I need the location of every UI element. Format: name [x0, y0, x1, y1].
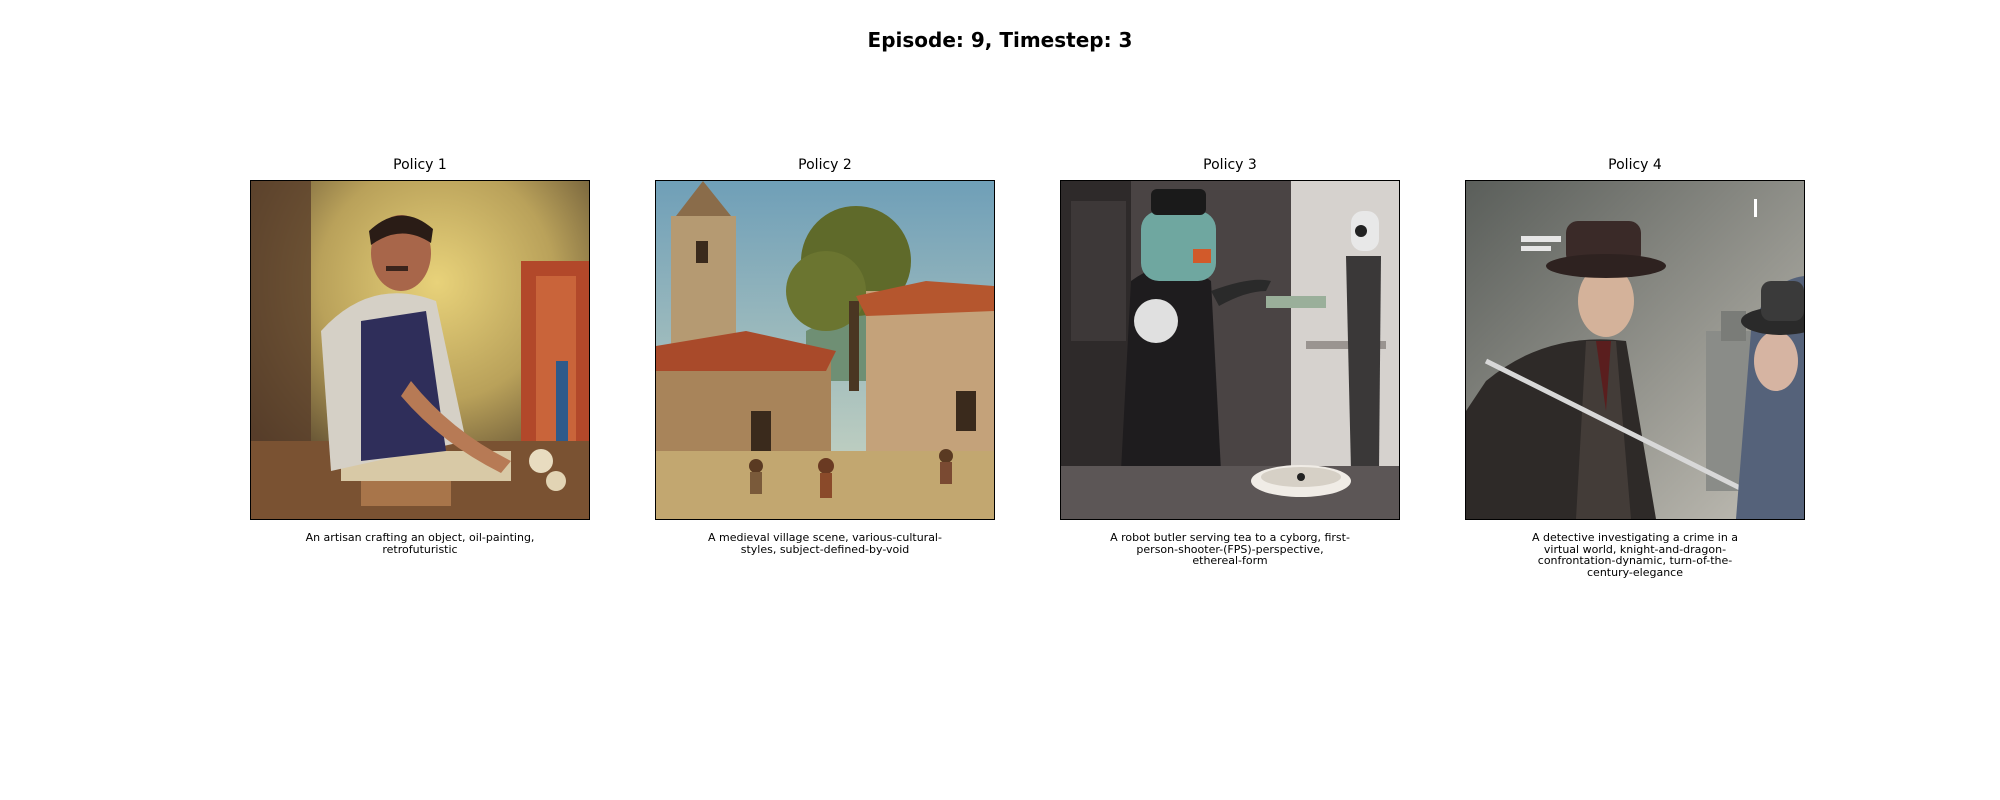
panel-caption: A robot butler serving tea to a cyborg, …: [1110, 531, 1350, 567]
policy-panel-3: Policy 3 A robot butler serving tea to a…: [1060, 155, 1400, 567]
policy-panel-1: Policy 1 An artisan crafting an object, …: [250, 155, 590, 555]
panel-title: Policy 2: [798, 157, 852, 173]
generated-image-robot-butler: [1060, 180, 1400, 520]
medieval-village-painting: [656, 181, 994, 519]
figure-title: Episode: 9, Timestep: 3: [867, 28, 1133, 52]
generated-image-artisan: [250, 180, 590, 520]
policy-panel-4: Policy 4 A detective investigating a cri…: [1465, 155, 1805, 578]
generated-image-medieval-village: [655, 180, 995, 520]
artisan-painting: [251, 181, 589, 519]
detective-render: [1466, 181, 1804, 519]
panel-title: Policy 1: [393, 157, 447, 173]
policy-panel-2: Policy 2 A medieval village scene, vario…: [655, 155, 995, 555]
generated-image-detective: [1465, 180, 1805, 520]
panel-caption: A medieval village scene, various-cultur…: [708, 531, 942, 556]
robot-butler-render: [1061, 181, 1399, 519]
panel-caption: A detective investigating a crime in a v…: [1531, 531, 1739, 579]
panel-title: Policy 3: [1203, 157, 1257, 173]
panel-caption: An artisan crafting an object, oil-paint…: [305, 531, 535, 556]
panel-title: Policy 4: [1608, 157, 1662, 173]
